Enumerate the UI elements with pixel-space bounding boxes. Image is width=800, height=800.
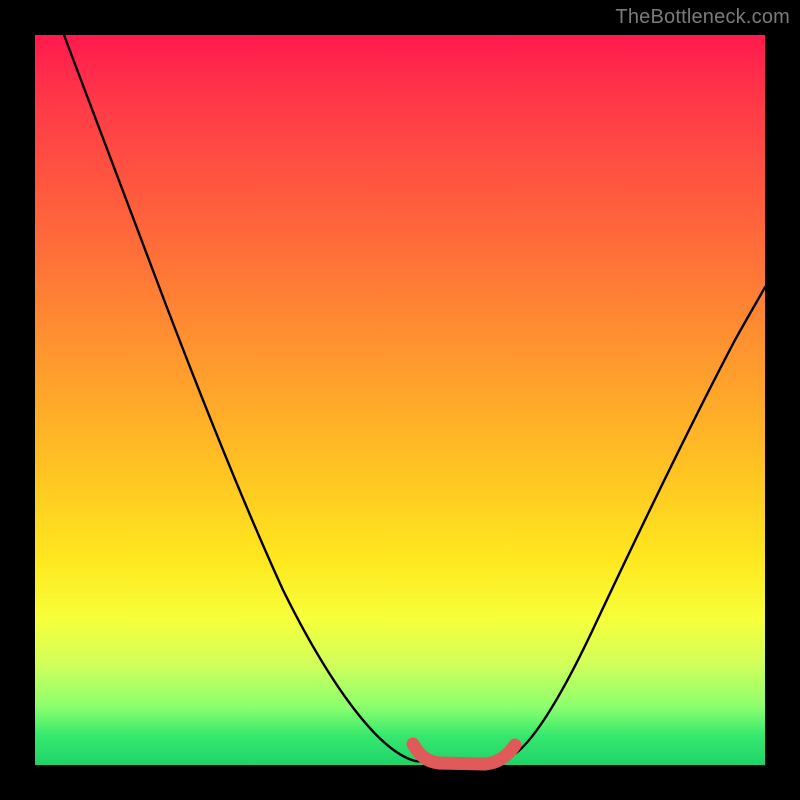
chart-frame: TheBottleneck.com [0, 0, 800, 800]
chart-svg [35, 35, 765, 765]
sweet-spot-band-path [413, 744, 515, 764]
watermark-text: TheBottleneck.com [615, 6, 790, 29]
bottleneck-curve-path [64, 35, 765, 763]
plot-area [35, 35, 765, 765]
